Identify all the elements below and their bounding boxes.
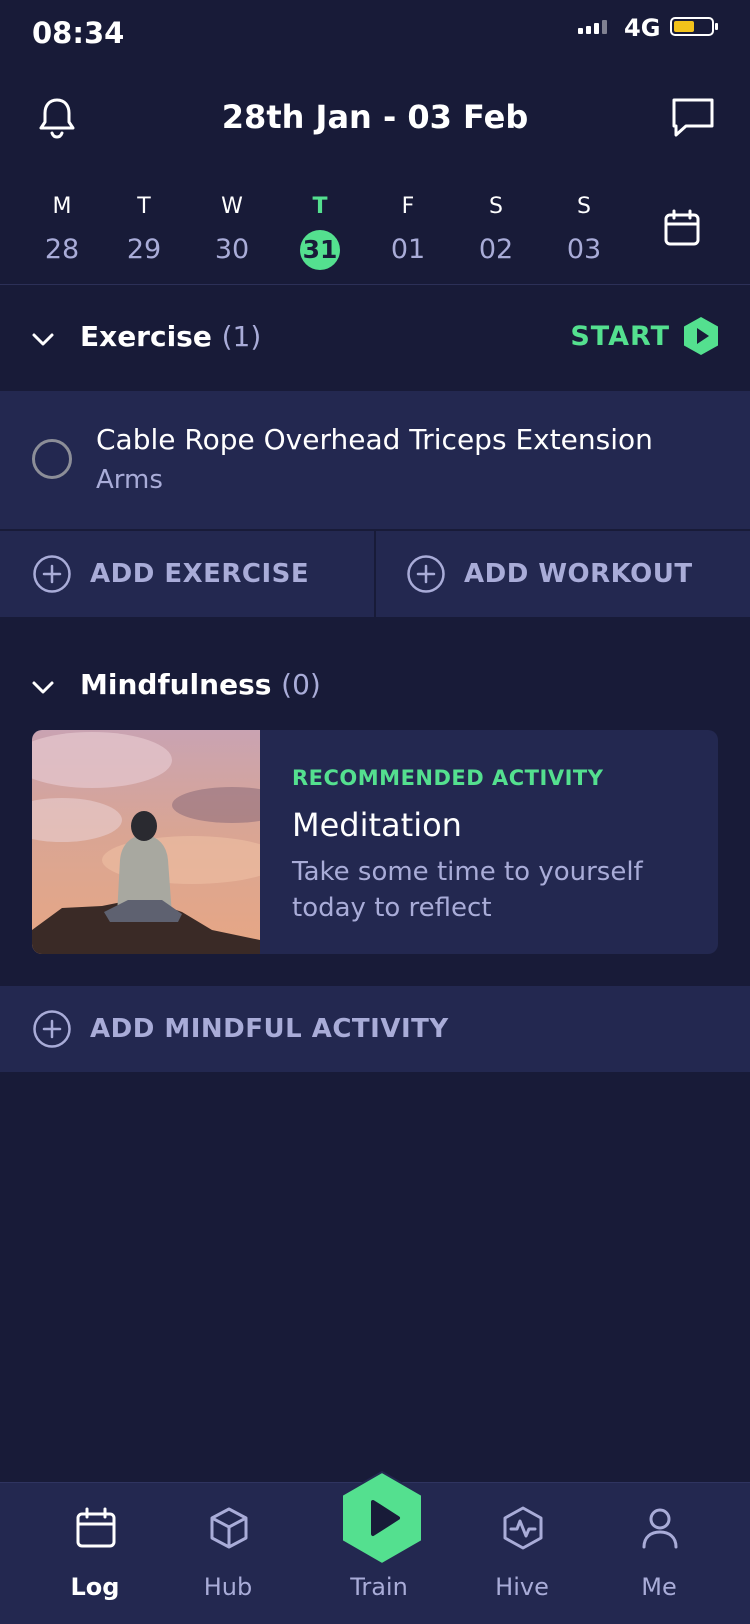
- tab-label: Train: [350, 1573, 408, 1601]
- plus-circle-icon: [407, 555, 445, 593]
- day-saturday[interactable]: S 02: [461, 190, 531, 272]
- exercise-item[interactable]: Cable Rope Overhead Triceps Extension Ar…: [0, 391, 750, 529]
- tab-log[interactable]: Log: [35, 1483, 155, 1624]
- play-hex-icon: [684, 317, 718, 355]
- day-thursday-selected[interactable]: T 31: [285, 190, 355, 270]
- plus-circle-icon: [33, 555, 71, 593]
- tab-label: Hive: [495, 1573, 549, 1601]
- network-label: 4G: [624, 14, 661, 42]
- exercise-name: Cable Rope Overhead Triceps Extension: [96, 423, 653, 456]
- section-title: Mindfulness (0): [80, 668, 321, 701]
- divider: [0, 284, 750, 285]
- tab-label: Me: [641, 1573, 677, 1601]
- calendar-icon: [76, 1507, 116, 1548]
- card-description: Take some time to yourself today to refl…: [292, 857, 643, 923]
- day-friday[interactable]: F 01: [373, 190, 443, 272]
- user-icon: [642, 1508, 678, 1549]
- exercise-category: Arms: [96, 465, 163, 495]
- mindfulness-section-header[interactable]: Mindfulness (0): [0, 656, 750, 716]
- day-sunday[interactable]: S 03: [549, 190, 619, 272]
- status-time: 08:34: [32, 16, 125, 50]
- exercise-add-row: ADD EXERCISE ADD WORKOUT: [0, 531, 750, 617]
- battery-icon: [670, 17, 718, 36]
- day-monday[interactable]: M 28: [27, 190, 97, 272]
- signal-icon: [578, 20, 607, 34]
- card-kicker: RECOMMENDED ACTIVITY: [292, 766, 604, 790]
- cube-icon: [210, 1507, 248, 1549]
- calendar-icon[interactable]: [662, 208, 702, 248]
- tab-label: Log: [70, 1573, 120, 1601]
- chevron-down-icon[interactable]: [30, 326, 56, 352]
- card-title: Meditation: [292, 806, 462, 844]
- tab-hive[interactable]: Hive: [462, 1483, 582, 1624]
- divider: [374, 531, 376, 617]
- add-workout-button[interactable]: ADD WORKOUT: [406, 531, 693, 617]
- day-tuesday[interactable]: T 29: [109, 190, 179, 272]
- chevron-down-icon[interactable]: [30, 674, 56, 700]
- day-wednesday[interactable]: W 30: [197, 190, 267, 272]
- tab-label: Hub: [203, 1573, 253, 1601]
- meditation-image: [32, 730, 260, 954]
- date-range-title[interactable]: 28th Jan - 03 Feb: [0, 98, 750, 136]
- add-exercise-button[interactable]: ADD EXERCISE: [32, 531, 309, 617]
- checkbox[interactable]: [32, 439, 72, 479]
- week-strip: M 28 T 29 W 30 T 31 F 01 S 02 S 03: [0, 190, 750, 280]
- recommended-activity-card[interactable]: RECOMMENDED ACTIVITY Meditation Take som…: [32, 730, 718, 954]
- plus-circle-icon: [33, 1010, 71, 1048]
- chat-icon[interactable]: [670, 94, 716, 140]
- start-button[interactable]: START: [570, 316, 720, 356]
- section-title: Exercise (1): [80, 320, 262, 353]
- tab-hub[interactable]: Hub: [168, 1483, 288, 1624]
- add-mindful-activity-button[interactable]: ADD MINDFUL ACTIVITY: [32, 986, 449, 1072]
- mindful-add-row: ADD MINDFUL ACTIVITY: [0, 986, 750, 1072]
- status-bar: 08:34 4G: [0, 0, 750, 70]
- activity-hex-icon: [503, 1506, 543, 1550]
- section-count: (1): [221, 320, 262, 353]
- section-count: (0): [281, 668, 321, 701]
- train-play-button[interactable]: [338, 1470, 426, 1566]
- tab-me[interactable]: Me: [599, 1483, 719, 1624]
- exercise-section-header[interactable]: Exercise (1) START: [0, 308, 750, 368]
- header: 28th Jan - 03 Feb: [0, 80, 750, 160]
